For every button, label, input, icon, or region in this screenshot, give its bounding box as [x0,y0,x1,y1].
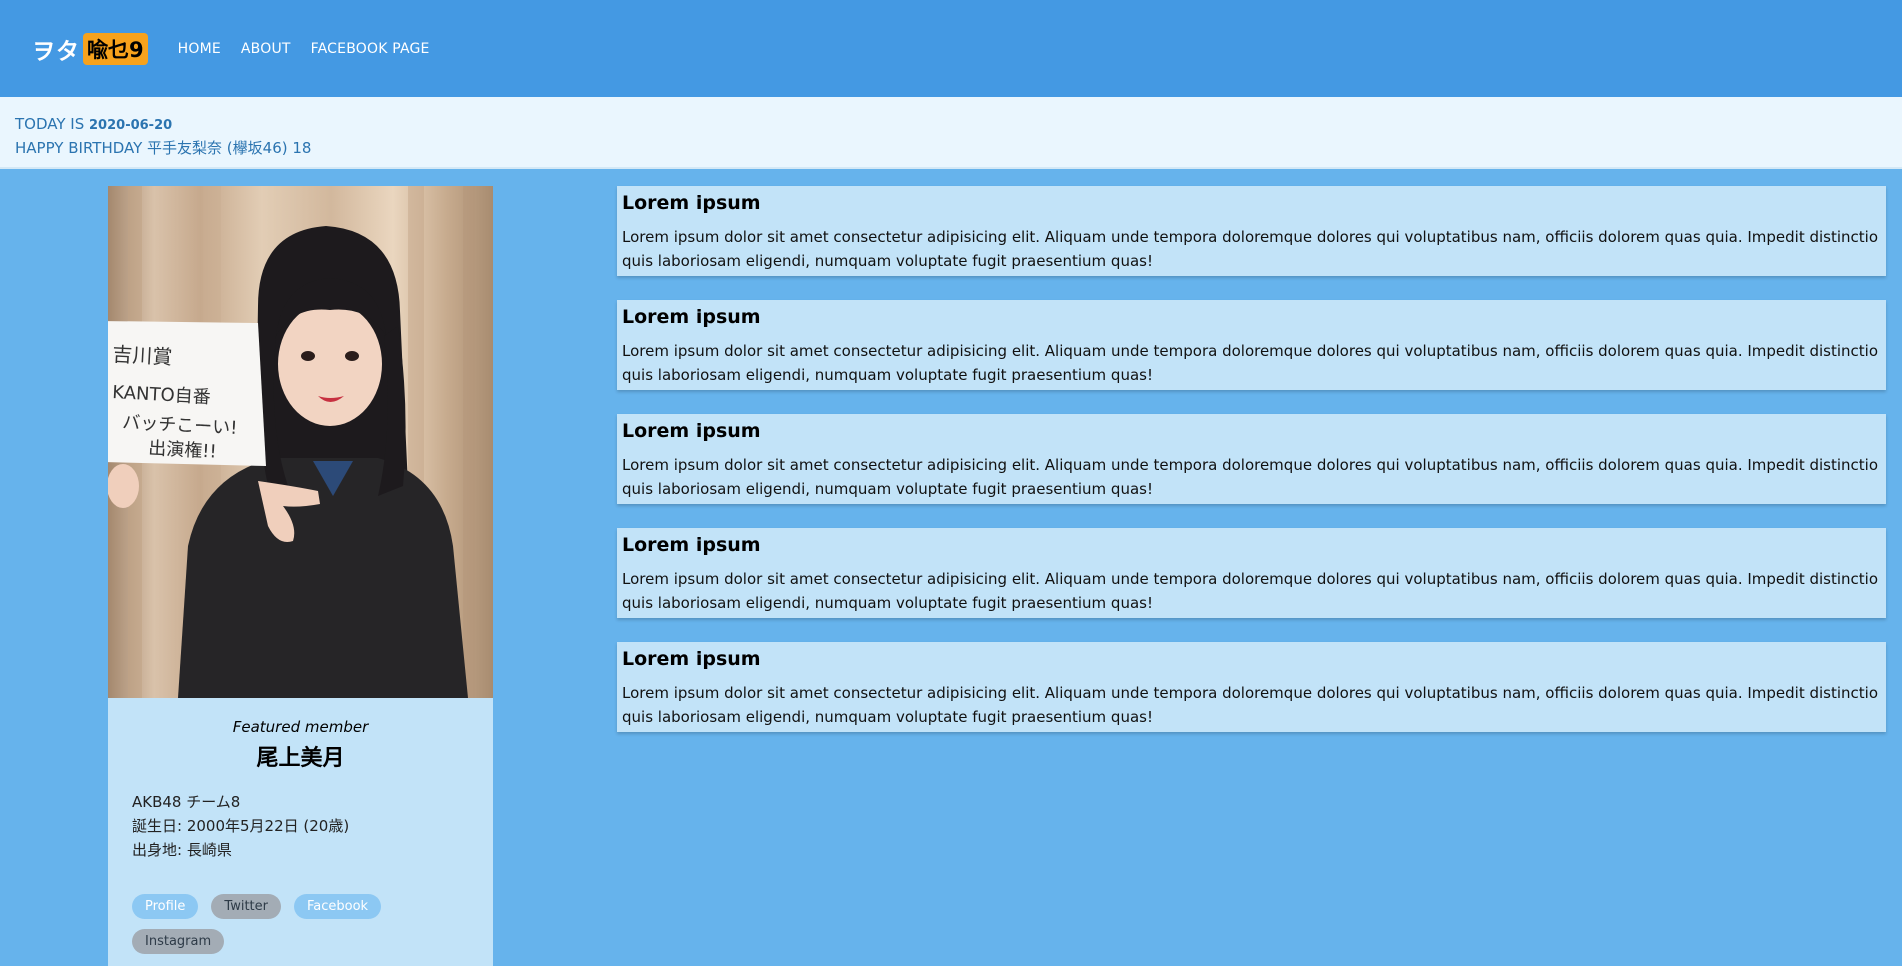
member-photo: 吉川賞 KANTO自番 バッチこーい! 出演権!! [108,186,493,698]
svg-text:出演権!!: 出演権!! [148,438,217,463]
facebook-link-button[interactable]: Facebook [294,894,382,919]
post-list: Lorem ipsum Lorem ipsum dolor sit amet c… [617,186,1886,756]
today-date: 2020-06-20 [89,118,173,133]
post-body: Lorem ipsum dolor sit amet consectetur a… [622,684,1879,726]
logo-text: ヲタ [32,38,80,65]
logo-badge: 喩乜9 [83,32,148,65]
featured-member-card: 吉川賞 KANTO自番 バッチこーい! 出演権!! Featured membe… [108,186,493,966]
nav-facebook-page-link[interactable]: FACEBOOK PAGE [311,41,430,57]
member-birthday: 誕生日: 2000年5月22日 (20歳) [132,817,350,835]
post-title: Lorem ipsum [622,306,761,328]
top-navbar: ヲタ 喩乜9 HOME ABOUT FACEBOOK PAGE [0,0,1902,97]
post-title: Lorem ipsum [622,648,761,670]
member-hometown: 出身地: 長崎県 [132,841,232,859]
today-prefix: TODAY IS [15,115,85,133]
post-body: Lorem ipsum dolor sit amet consectetur a… [622,228,1879,270]
post-body: Lorem ipsum dolor sit amet consectetur a… [622,456,1879,498]
info-banner: TODAY IS 2020-06-20 HAPPY BIRTHDAY 平手友梨奈… [0,97,1902,169]
svg-text:吉川賞: 吉川賞 [112,342,173,369]
featured-label: Featured member [232,718,369,736]
member-details: AKB48 チーム8 誕生日: 2000年5月22日 (20歳) 出身地: 長崎… [132,790,469,862]
post-card: Lorem ipsum Lorem ipsum dolor sit amet c… [617,186,1886,276]
post-card: Lorem ipsum Lorem ipsum dolor sit amet c… [617,300,1886,390]
site-logo[interactable]: ヲタ 喩乜9 [32,32,148,66]
post-card: Lorem ipsum Lorem ipsum dolor sit amet c… [617,642,1886,732]
post-title: Lorem ipsum [622,192,761,214]
nav-about-link[interactable]: ABOUT [241,41,291,57]
birthday-line: HAPPY BIRTHDAY 平手友梨奈 (欅坂46) 18 [15,139,312,157]
member-name: 尾上美月 [256,746,345,771]
instagram-link-button[interactable]: Instagram [132,929,225,954]
member-team: AKB48 チーム8 [132,793,241,811]
post-card: Lorem ipsum Lorem ipsum dolor sit amet c… [617,414,1886,504]
member-links: Profile Twitter Facebook Instagram [132,894,432,964]
main-nav: HOME ABOUT FACEBOOK PAGE [178,41,450,57]
post-body: Lorem ipsum dolor sit amet consectetur a… [622,570,1879,612]
post-title: Lorem ipsum [622,534,761,556]
today-line: TODAY IS 2020-06-20 [15,113,1887,137]
twitter-link-button[interactable]: Twitter [211,894,281,919]
post-body: Lorem ipsum dolor sit amet consectetur a… [622,342,1879,384]
profile-link-button[interactable]: Profile [132,894,199,919]
member-info: Featured member 尾上美月 AKB48 チーム8 誕生日: 200… [108,698,493,964]
post-title: Lorem ipsum [622,420,761,442]
post-card: Lorem ipsum Lorem ipsum dolor sit amet c… [617,528,1886,618]
nav-home-link[interactable]: HOME [178,41,221,57]
